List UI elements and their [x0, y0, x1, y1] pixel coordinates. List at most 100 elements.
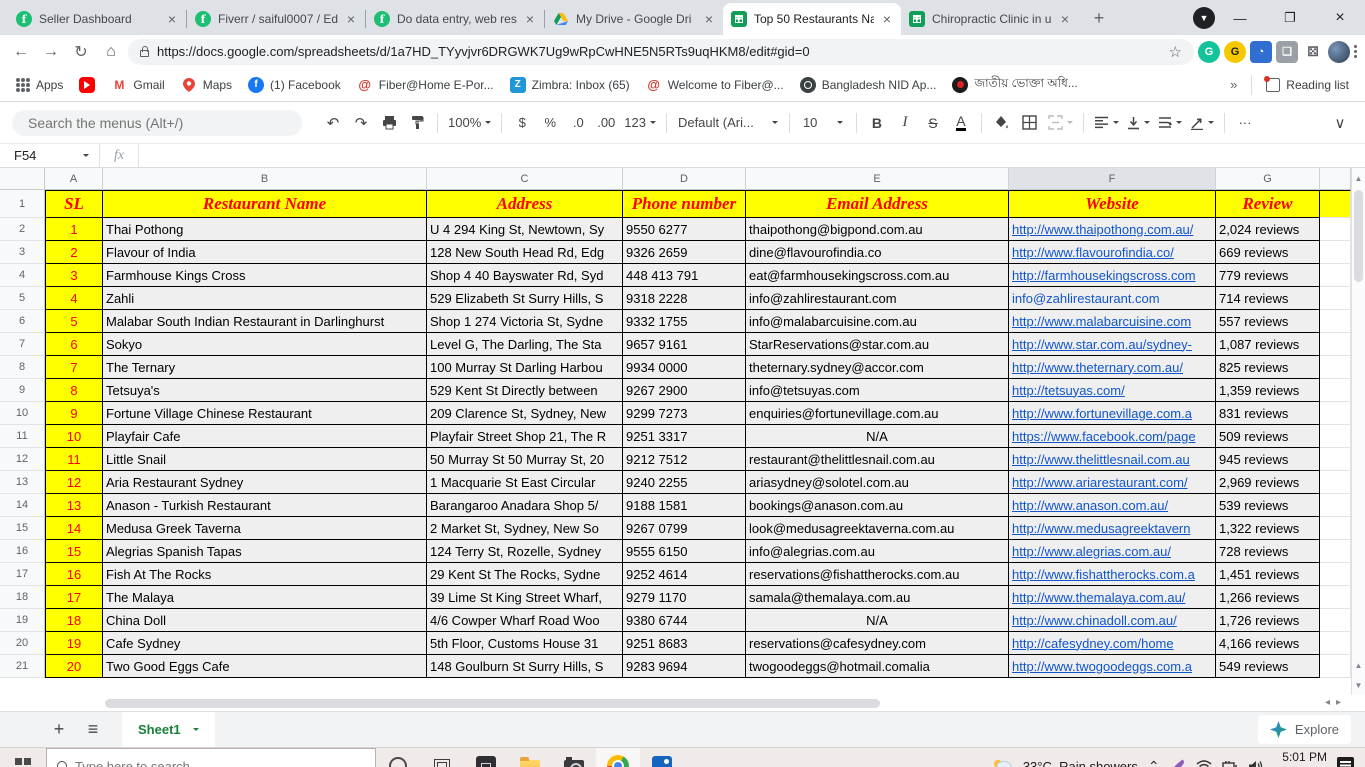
- cell-link[interactable]: http://www.alegrias.com.au/: [1012, 544, 1171, 559]
- bookmark-item[interactable]: @Fiber@Home E-Por...: [351, 73, 500, 97]
- decrease-decimal-button[interactable]: .0: [565, 110, 591, 136]
- table-cell[interactable]: Anason - Turkish Restaurant: [103, 494, 427, 517]
- extensions-puzzle-icon[interactable]: ⚄: [1302, 41, 1324, 63]
- table-cell[interactable]: Barangaroo Anadara Shop 5/: [427, 494, 623, 517]
- table-cell[interactable]: 1 Macquarie St East Circular: [427, 471, 623, 494]
- table-cell[interactable]: Playfair Street Shop 21, The R: [427, 425, 623, 448]
- tab-close-icon[interactable]: ×: [345, 11, 357, 27]
- bookmark-item[interactable]: f(1) Facebook: [242, 73, 347, 97]
- table-cell[interactable]: dine@flavourofindia.co: [746, 241, 1009, 264]
- table-cell[interactable]: 4/6 Cowper Wharf Road Woo: [427, 609, 623, 632]
- table-cell[interactable]: 945 reviews: [1216, 448, 1320, 471]
- profile-avatar[interactable]: [1328, 41, 1350, 63]
- scroll-down-icon[interactable]: ▼: [1352, 675, 1365, 695]
- italic-button[interactable]: I: [892, 110, 918, 136]
- table-cell[interactable]: http://www.fishattherocks.com.a: [1009, 563, 1216, 586]
- table-cell[interactable]: Little Snail: [103, 448, 427, 471]
- table-cell[interactable]: 9326 2659: [623, 241, 746, 264]
- bookmark-item[interactable]: Apps: [10, 74, 69, 96]
- file-explorer-button[interactable]: [508, 748, 552, 767]
- extension-blue-icon[interactable]: ◔: [1250, 41, 1272, 63]
- table-cell[interactable]: 9283 9694: [623, 655, 746, 678]
- table-cell[interactable]: https://www.facebook.com/page: [1009, 425, 1216, 448]
- table-cell[interactable]: [1320, 310, 1351, 333]
- cell-link[interactable]: http://www.thelittlesnail.com.au: [1012, 452, 1190, 467]
- pen-icon[interactable]: [1170, 759, 1185, 767]
- bookmark-item[interactable]: [73, 73, 101, 97]
- row-number[interactable]: 10: [0, 402, 45, 425]
- cell-link[interactable]: http://www.themalaya.com.au/: [1012, 590, 1185, 605]
- cell-link[interactable]: http://www.theternary.com.au/: [1012, 360, 1183, 375]
- cell-link[interactable]: http://www.chinadoll.com.au/: [1012, 613, 1177, 628]
- table-cell[interactable]: Farmhouse Kings Cross: [103, 264, 427, 287]
- table-cell[interactable]: [1320, 287, 1351, 310]
- table-cell[interactable]: http://www.thaipothong.com.au/: [1009, 218, 1216, 241]
- lock-icon[interactable]: [140, 50, 149, 57]
- header-cell[interactable]: Phone number: [623, 190, 746, 218]
- table-cell[interactable]: [1320, 425, 1351, 448]
- row-number[interactable]: 11: [0, 425, 45, 448]
- more-toolbar-icon[interactable]: ···: [1232, 110, 1258, 136]
- cell-link[interactable]: https://www.facebook.com/page: [1012, 429, 1196, 444]
- table-cell[interactable]: [1320, 471, 1351, 494]
- paint-format-icon[interactable]: [404, 110, 430, 136]
- reading-list-button[interactable]: Reading list: [1260, 74, 1355, 96]
- row-number[interactable]: 18: [0, 586, 45, 609]
- table-cell[interactable]: StarReservations@star.com.au: [746, 333, 1009, 356]
- table-cell[interactable]: 5th Floor, Customs House 31: [427, 632, 623, 655]
- redo-icon[interactable]: ↷: [348, 110, 374, 136]
- table-cell[interactable]: 4,166 reviews: [1216, 632, 1320, 655]
- cell-link[interactable]: http://www.thaipothong.com.au/: [1012, 222, 1193, 237]
- row-number[interactable]: 9: [0, 379, 45, 402]
- reload-icon[interactable]: ↻: [68, 39, 94, 65]
- table-cell[interactable]: [1320, 517, 1351, 540]
- table-cell[interactable]: Tetsuya's: [103, 379, 427, 402]
- bookmark-item[interactable]: @Welcome to Fiber@...: [640, 73, 790, 97]
- table-cell[interactable]: 831 reviews: [1216, 402, 1320, 425]
- horizontal-scroll-thumb[interactable]: [105, 699, 880, 708]
- table-cell[interactable]: [1320, 402, 1351, 425]
- column-header[interactable]: [1320, 168, 1351, 190]
- bookmark-item[interactable]: জাতীয় ভোক্তা অধি...: [946, 71, 1083, 99]
- extension-g-yellow-icon[interactable]: G: [1224, 41, 1246, 63]
- row-number[interactable]: 3: [0, 241, 45, 264]
- table-cell[interactable]: [1320, 563, 1351, 586]
- tab-close-icon[interactable]: ×: [524, 11, 536, 27]
- table-cell[interactable]: 18: [45, 609, 103, 632]
- tab-close-icon[interactable]: ×: [703, 11, 715, 27]
- table-cell[interactable]: 3: [45, 264, 103, 287]
- table-cell[interactable]: 16: [45, 563, 103, 586]
- table-cell[interactable]: http://www.twogoodeggs.com.a: [1009, 655, 1216, 678]
- cell-link[interactable]: http://tetsuyas.com/: [1012, 383, 1125, 398]
- extension-pages-icon[interactable]: ❏: [1276, 41, 1298, 63]
- cell-link[interactable]: http://www.twogoodeggs.com.a: [1012, 659, 1192, 674]
- table-cell[interactable]: U 4 294 King St, Newtown, Sy: [427, 218, 623, 241]
- menu-search-input[interactable]: [12, 110, 302, 136]
- scroll-up-icon[interactable]: ▲: [1352, 168, 1365, 188]
- bookmark-item[interactable]: Bangladesh NID Ap...: [794, 73, 943, 97]
- start-button[interactable]: [0, 748, 46, 767]
- table-cell[interactable]: 2,024 reviews: [1216, 218, 1320, 241]
- forward-icon[interactable]: →: [38, 39, 64, 65]
- vertical-scroll-thumb[interactable]: [1354, 190, 1363, 282]
- table-cell[interactable]: http://www.ariarestaurant.com/: [1009, 471, 1216, 494]
- row-number[interactable]: 4: [0, 264, 45, 287]
- table-cell[interactable]: N/A: [746, 425, 1009, 448]
- table-cell[interactable]: Sokyo: [103, 333, 427, 356]
- table-cell[interactable]: bookings@anason.com.au: [746, 494, 1009, 517]
- tab-close-icon[interactable]: ×: [881, 11, 893, 27]
- text-color-button[interactable]: A: [948, 110, 974, 136]
- table-cell[interactable]: 1,087 reviews: [1216, 333, 1320, 356]
- number-format-button[interactable]: 123: [621, 110, 659, 136]
- table-cell[interactable]: 11: [45, 448, 103, 471]
- table-cell[interactable]: Flavour of India: [103, 241, 427, 264]
- table-cell[interactable]: 9240 2255: [623, 471, 746, 494]
- restore-button[interactable]: ❐: [1265, 3, 1315, 33]
- media-controls-icon[interactable]: ▼: [1193, 7, 1215, 29]
- table-cell[interactable]: [1320, 356, 1351, 379]
- table-cell[interactable]: 6: [45, 333, 103, 356]
- table-cell[interactable]: reservations@cafesydney.com: [746, 632, 1009, 655]
- table-cell[interactable]: 10: [45, 425, 103, 448]
- table-cell[interactable]: Playfair Cafe: [103, 425, 427, 448]
- table-cell[interactable]: 14: [45, 517, 103, 540]
